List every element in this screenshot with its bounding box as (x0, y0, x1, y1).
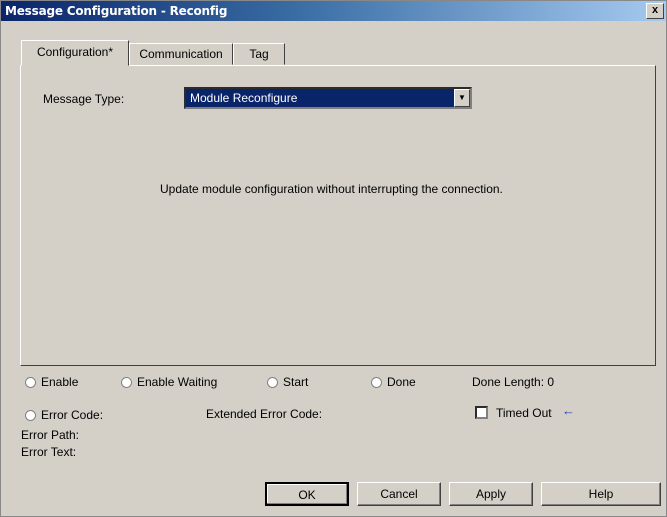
window-title: Message Configuration - Reconfig (5, 4, 228, 18)
message-configuration-dialog: Message Configuration - Reconfig x Confi… (0, 0, 667, 517)
configuration-panel (20, 65, 656, 366)
message-type-select[interactable]: Module Reconfigure ▼ (184, 87, 472, 109)
timed-out-label: Timed Out (496, 406, 552, 420)
error-text-label: Error Text: (21, 445, 77, 459)
tab-communication[interactable]: Communication (129, 43, 233, 65)
close-button[interactable]: x (646, 3, 664, 19)
title-bar[interactable]: Message Configuration - Reconfig x (1, 1, 666, 21)
done-length: Done Length: 0 (472, 375, 555, 389)
timed-out-checkbox[interactable] (475, 406, 488, 419)
error-code-label: Error Code: (41, 408, 104, 422)
enable-indicator (25, 377, 36, 388)
message-type-label: Message Type: (43, 92, 125, 106)
done-indicator (371, 377, 382, 388)
enable-waiting-label: Enable Waiting (137, 375, 218, 389)
error-code-indicator (25, 410, 36, 421)
tab-tag[interactable]: Tag (233, 43, 285, 65)
message-type-value: Module Reconfigure (190, 91, 298, 105)
enable-waiting-indicator (121, 377, 132, 388)
chevron-down-icon[interactable]: ▼ (454, 89, 470, 107)
enable-label: Enable (41, 375, 79, 389)
start-label: Start (283, 375, 309, 389)
start-indicator (267, 377, 278, 388)
left-arrow-icon: ← (562, 403, 575, 418)
cancel-button[interactable]: Cancel (357, 482, 441, 506)
message-type-description: Update module configuration without inte… (160, 182, 503, 196)
done-label: Done (387, 375, 416, 389)
tab-configuration[interactable]: Configuration* (21, 40, 129, 66)
extended-error-code-label: Extended Error Code: (206, 407, 323, 421)
ok-button[interactable]: OK (265, 482, 349, 506)
error-path-label: Error Path: (21, 428, 80, 442)
help-button[interactable]: Help (541, 482, 661, 506)
apply-button[interactable]: Apply (449, 482, 533, 506)
